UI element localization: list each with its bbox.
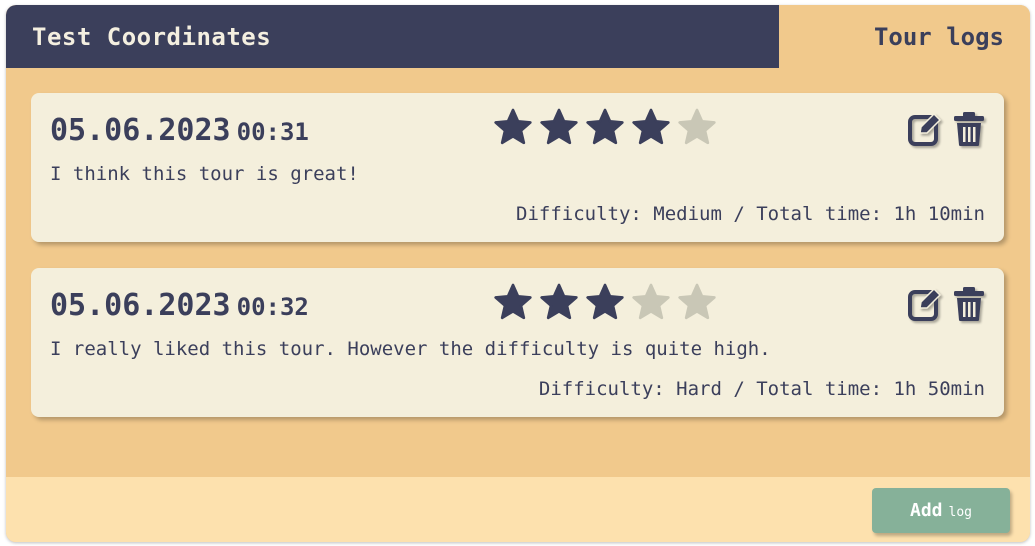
- edit-icon[interactable]: [908, 111, 942, 147]
- star-filled-icon: [632, 108, 670, 145]
- log-time: 00:32: [236, 293, 309, 321]
- log-card: 05.06.2023 00:31 I think this tour is gre…: [31, 93, 1004, 242]
- add-button-suffix: log: [948, 505, 972, 520]
- star-filled-icon: [586, 283, 624, 320]
- tab-label: Tour logs: [873, 23, 1004, 51]
- add-log-button[interactable]: Add log: [872, 488, 1010, 533]
- tab-tour-logs[interactable]: Tour logs: [779, 5, 1030, 68]
- log-datetime: 05.06.2023 00:31: [50, 113, 309, 148]
- star-filled-icon: [586, 108, 624, 145]
- log-date: 05.06.2023: [50, 288, 231, 323]
- add-button-label: Add: [910, 500, 943, 521]
- log-comment: I think this tour is great!: [50, 163, 359, 185]
- trash-icon[interactable]: [952, 286, 986, 322]
- header: Test Coordinates: [6, 5, 779, 68]
- rating-stars: [493, 107, 717, 147]
- log-date: 05.06.2023: [50, 113, 231, 148]
- footer: Add log: [6, 477, 1030, 542]
- log-meta: Difficulty: Medium / Total time: 1h 10mi…: [516, 203, 985, 225]
- log-meta: Difficulty: Hard / Total time: 1h 50min: [538, 378, 985, 400]
- star-filled-icon: [540, 108, 578, 145]
- log-actions: [908, 286, 986, 322]
- star-filled-icon: [494, 108, 532, 145]
- log-time: 00:31: [236, 118, 309, 146]
- header-title: Test Coordinates: [32, 23, 272, 51]
- star-empty-icon: [678, 108, 716, 145]
- tour-logs-panel: Test Coordinates Tour logs 05.06.2023 00:…: [6, 5, 1030, 542]
- star-filled-icon: [494, 283, 532, 320]
- star-filled-icon: [540, 283, 578, 320]
- log-comment: I really liked this tour. However the di…: [50, 338, 771, 360]
- log-card: 05.06.2023 00:32 I really liked this tour…: [31, 268, 1004, 417]
- star-empty-icon: [678, 283, 716, 320]
- log-datetime: 05.06.2023 00:32: [50, 288, 309, 323]
- log-actions: [908, 111, 986, 147]
- edit-icon[interactable]: [908, 286, 942, 322]
- trash-icon[interactable]: [952, 111, 986, 147]
- rating-stars: [493, 282, 717, 322]
- star-empty-icon: [632, 283, 670, 320]
